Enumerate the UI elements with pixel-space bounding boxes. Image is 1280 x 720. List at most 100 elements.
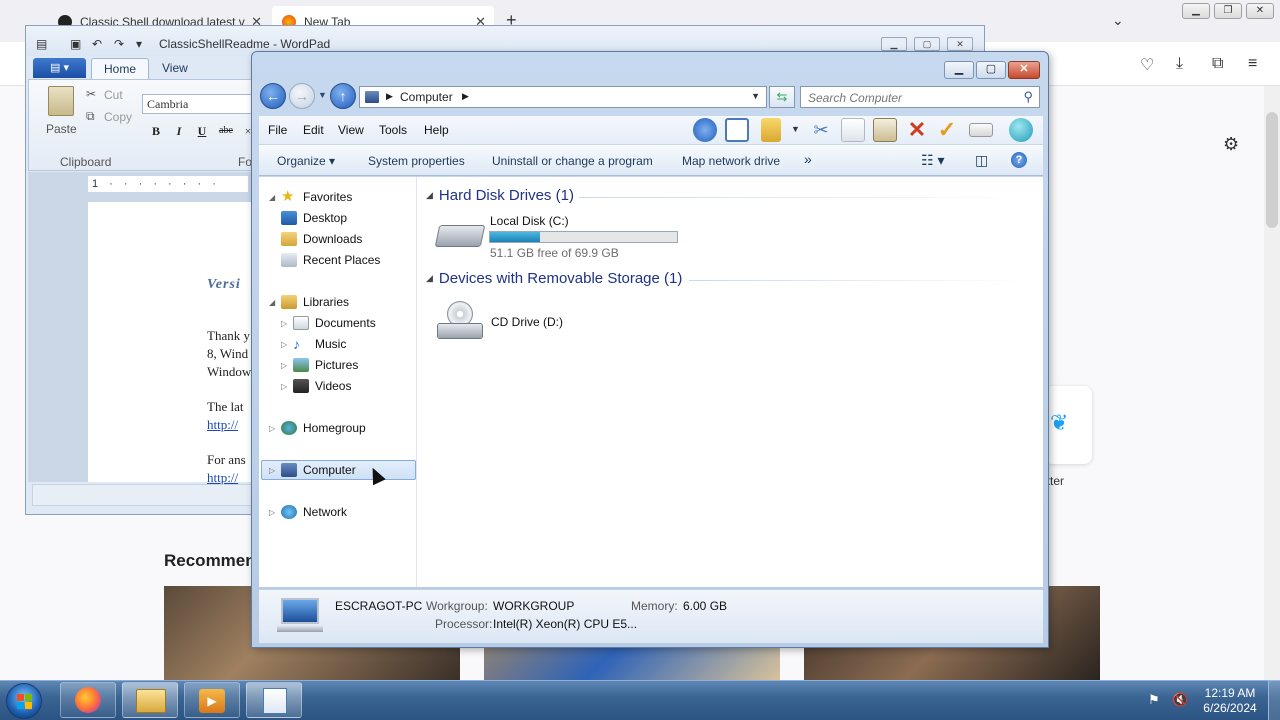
wordpad-app-icon[interactable]: ▤ [36, 37, 47, 51]
explorer-minimize-button[interactable]: ▁ [944, 61, 974, 79]
map-network-drive-button[interactable]: Map network drive [682, 154, 780, 168]
help-icon[interactable]: ? [1011, 152, 1027, 168]
taskbar-media-player[interactable]: ▶ [184, 682, 240, 718]
redo-icon[interactable]: ↷ [114, 37, 124, 51]
settings-gear-icon[interactable]: ⚙ [1223, 134, 1239, 155]
nav-downloads[interactable]: Downloads [281, 229, 362, 249]
up-folder-button[interactable]: ↑ [330, 83, 356, 109]
expand-arrow-icon[interactable]: ▷ [281, 382, 291, 391]
action-center-icon[interactable]: ⚑ [1148, 692, 1160, 708]
nav-desktop[interactable]: Desktop [281, 208, 347, 228]
cut-icon[interactable]: ✂ [86, 87, 96, 101]
copy-toolbar-icon[interactable] [841, 118, 865, 142]
group-removable-storage[interactable]: ◢ Devices with Removable Storage (1) [426, 270, 682, 287]
collapse-arrow-icon[interactable]: ◢ [269, 193, 279, 202]
undo-icon[interactable]: ↶ [92, 37, 102, 51]
copy-button[interactable]: Copy [104, 110, 132, 124]
back-button[interactable]: ← [260, 83, 286, 109]
change-view-icon[interactable]: ☷ ▾ [921, 152, 944, 169]
cut-toolbar-icon[interactable]: ✂ [809, 118, 833, 142]
explorer-window[interactable]: ▁ ▢ ✕ ← → ▼ ↑ ▶ Computer ▶ ▼ ⇆ Search Co… [251, 51, 1049, 648]
nav-libraries[interactable]: ◢ Libraries [269, 292, 349, 312]
browser-restore-button[interactable]: ❐ [1214, 3, 1242, 19]
wordpad-app-menu-button[interactable]: ▤ ▾ [33, 58, 86, 78]
italic-button[interactable]: I [169, 122, 189, 140]
menu-edit[interactable]: Edit [303, 123, 324, 137]
more-commands-button[interactable]: » [804, 151, 812, 167]
menu-file[interactable]: File [268, 123, 287, 137]
taskbar-explorer[interactable] [122, 682, 178, 718]
recent-pages-dropdown-icon[interactable]: ▼ [318, 90, 327, 100]
expand-arrow-icon[interactable]: ▷ [269, 508, 279, 517]
extensions-icon[interactable]: ⧉ [1212, 55, 1223, 73]
preview-pane-icon[interactable]: ◫ [975, 152, 988, 169]
ruler[interactable]: 1 · · · · · · · · [88, 176, 248, 192]
browser-minimize-button[interactable]: ▁ [1182, 3, 1210, 19]
font-family-select[interactable]: Cambria [142, 94, 252, 114]
cut-button[interactable]: Cut [104, 88, 123, 102]
twitter-shortcut[interactable]: ❦ [1044, 386, 1092, 464]
list-tabs-chevron-icon[interactable]: ⌄ [1112, 12, 1124, 29]
explorer-close-button[interactable]: ✕ [1008, 61, 1040, 79]
wordpad-close-button[interactable]: ✕ [947, 37, 973, 51]
menu-help[interactable]: Help [424, 123, 449, 137]
organize-button[interactable]: Organize ▾ [277, 154, 335, 168]
taskbar-wordpad[interactable] [246, 682, 302, 718]
nav-documents[interactable]: ▷ Documents [281, 313, 376, 333]
nav-computer[interactable]: ▷ Computer [261, 460, 416, 480]
show-desktop-button[interactable] [1268, 680, 1280, 720]
paste-button[interactable]: Paste [46, 122, 77, 136]
properties-toolbar-icon[interactable]: ✓ [935, 118, 959, 142]
up-arrow-toolbar-icon[interactable] [693, 118, 717, 142]
wordpad-minimize-button[interactable]: ▁ [881, 37, 907, 51]
address-bar[interactable]: ▶ Computer ▶ ▼ [359, 86, 767, 108]
taskbar-firefox[interactable] [60, 682, 116, 718]
search-input[interactable]: Search Computer [808, 91, 902, 105]
nav-music[interactable]: ▷ ♪ Music [281, 334, 346, 354]
nav-pictures[interactable]: ▷ Pictures [281, 355, 358, 375]
menu-view[interactable]: View [338, 123, 364, 137]
system-properties-button[interactable]: System properties [368, 154, 465, 168]
folder-options-toolbar-icon[interactable] [761, 118, 781, 142]
browser-close-button[interactable]: ✕ [1246, 3, 1274, 19]
classic-shell-settings-icon[interactable] [1009, 118, 1033, 142]
uninstall-program-button[interactable]: Uninstall or change a program [492, 154, 653, 168]
expand-arrow-icon[interactable]: ▷ [281, 319, 291, 328]
collapse-group-icon[interactable]: ◢ [426, 190, 433, 201]
group-hard-disk-drives[interactable]: ◢ Hard Disk Drives (1) [426, 187, 574, 204]
nav-network[interactable]: ▷ Network [269, 502, 347, 522]
cd-drive-item[interactable]: CD Drive (D:) [433, 297, 593, 347]
strikethrough-button[interactable]: abe [216, 122, 236, 140]
expand-arrow-icon[interactable]: ▷ [281, 361, 291, 370]
search-box[interactable]: Search Computer ⚲ [800, 86, 1040, 108]
breadcrumb-computer[interactable]: Computer [400, 90, 453, 104]
refresh-button[interactable]: ⇆ [769, 86, 795, 108]
doc-link[interactable]: http:// [207, 417, 238, 433]
browser-scrollbar-thumb[interactable] [1266, 112, 1278, 228]
wordpad-maximize-button[interactable]: ▢ [914, 37, 940, 51]
menu-tools[interactable]: Tools [379, 123, 407, 137]
search-icon[interactable]: ⚲ [1023, 89, 1033, 105]
nav-recent-places[interactable]: Recent Places [281, 250, 380, 270]
start-button[interactable] [6, 683, 42, 719]
preview-pane-toolbar-icon[interactable] [725, 118, 749, 142]
clock[interactable]: 12:19 AM 6/26/2024 [1196, 686, 1264, 716]
paste-icon[interactable] [48, 86, 74, 116]
address-history-dropdown-icon[interactable]: ▼ [751, 91, 760, 101]
tab-home[interactable]: Home [91, 58, 150, 80]
breadcrumb-separator-icon[interactable]: ▶ [386, 91, 393, 102]
customize-quick-access-icon[interactable]: ▾ [136, 37, 142, 51]
collapse-arrow-icon[interactable]: ◢ [269, 298, 279, 307]
save-icon[interactable]: ▣ [70, 37, 81, 51]
copy-icon[interactable]: ⧉ [86, 109, 95, 124]
rename-toolbar-icon[interactable] [969, 123, 993, 137]
paste-toolbar-icon[interactable] [873, 118, 897, 142]
local-disk-item[interactable]: Local Disk (C:) 51.1 GB free of 69.9 GB [433, 211, 685, 261]
explorer-maximize-button[interactable]: ▢ [976, 61, 1006, 79]
collapse-group-icon[interactable]: ◢ [426, 273, 433, 284]
nav-homegroup[interactable]: ▷ Homegroup [269, 418, 366, 438]
expand-arrow-icon[interactable]: ▷ [269, 424, 279, 433]
underline-button[interactable]: U [192, 122, 212, 140]
downloads-icon[interactable]: ⤓ [1176, 55, 1183, 73]
menu-icon[interactable]: ≡ [1248, 55, 1257, 73]
